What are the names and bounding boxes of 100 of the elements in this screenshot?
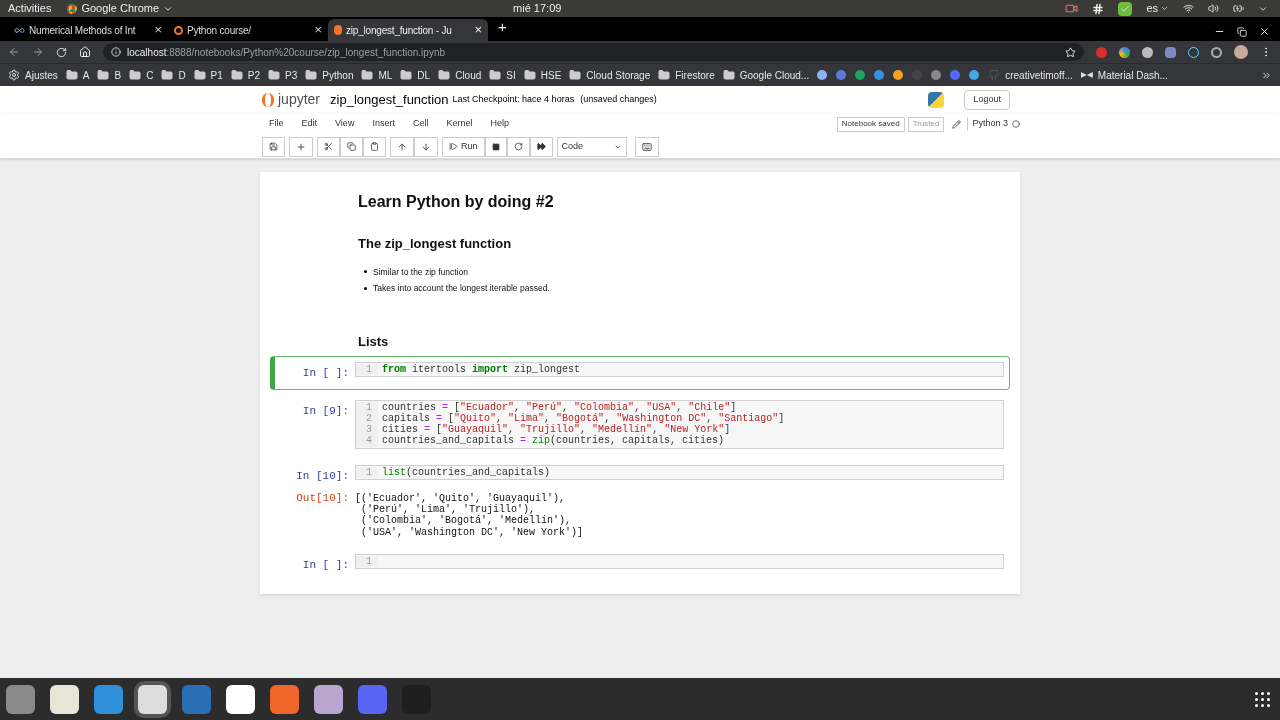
- cut-button[interactable]: [317, 136, 340, 157]
- bookmark-icon[interactable]: [893, 70, 904, 80]
- bookmark-icon[interactable]: [836, 70, 847, 80]
- address-field[interactable]: localhost:8888/notebooks/Python%20course/zip_longest_function.ipynb: [103, 43, 1084, 61]
- browser-tab[interactable]: Python course/ ×: [168, 19, 328, 41]
- bookmark[interactable]: Cloud Storage: [586, 67, 651, 83]
- code-input[interactable]: [355, 399, 1004, 449]
- command-palette-button[interactable]: [634, 136, 659, 157]
- bookmark[interactable]: DL: [417, 67, 431, 83]
- target-icon[interactable]: [1211, 46, 1222, 58]
- bookmark[interactable]: D: [178, 67, 186, 83]
- output-line: ('USA', 'Washington DC', 'New York')]: [360, 526, 584, 538]
- restore-icon[interactable]: [1237, 26, 1247, 37]
- notebook-cell[interactable]: In [10]: 1 list(countries_and_capitals) Out[10]: [('Ecuador', 'Quito', 'Guayaquil'), ('Perú', 'Lima', 'Trujillo'), ('Colombia', 'Bogotá', 'Medellín'), ('USA', 'Washington DC', 'New York')]: [270, 458, 1010, 544]
- menu-item[interactable]: Insert: [363, 117, 404, 131]
- notebook-cell[interactable]: In [ ]: 1: [270, 547, 1010, 582]
- new-tab-button[interactable]: +: [498, 15, 507, 38]
- jupyter-logo[interactable]: jupyter: [262, 89, 321, 110]
- pencil-icon[interactable]: [952, 119, 962, 129]
- extension-icon[interactable]: [1165, 46, 1176, 58]
- browser-tab[interactable]: Numerical Methods of Int ×: [8, 19, 168, 41]
- bookmark[interactable]: P1: [210, 67, 223, 83]
- menu-item[interactable]: Kernel: [437, 117, 482, 131]
- dock-app-icon[interactable]: [50, 684, 79, 714]
- browser-tab[interactable]: zip_longest_function - Ju ×: [328, 19, 488, 41]
- restart-button[interactable]: [506, 136, 530, 157]
- wifi-icon[interactable]: [1183, 3, 1194, 14]
- bookmark[interactable]: B: [114, 67, 122, 83]
- stop-button[interactable]: [484, 136, 507, 157]
- cell-type-dropdown[interactable]: Code: [556, 136, 627, 157]
- bookmark[interactable]: A: [82, 67, 90, 83]
- app-grid-icon[interactable]: [1255, 691, 1270, 707]
- menu-item[interactable]: Edit: [292, 117, 327, 131]
- run-button[interactable]: Run: [442, 136, 485, 157]
- close-button[interactable]: ×: [314, 20, 322, 40]
- bookmark-icon[interactable]: [931, 70, 942, 80]
- dock-app-icon[interactable]: [226, 684, 255, 714]
- folder-icon: [523, 69, 536, 81]
- copy-button[interactable]: [340, 136, 363, 157]
- bookmark[interactable]: creativetimoff...: [1005, 67, 1073, 83]
- clock[interactable]: mié 17:09: [513, 0, 562, 17]
- bookmark[interactable]: SI: [506, 67, 516, 83]
- hash-icon[interactable]: [1092, 2, 1105, 15]
- bookmark[interactable]: P2: [247, 67, 261, 83]
- menu-item[interactable]: View: [326, 117, 364, 131]
- dock-app-icon[interactable]: [314, 684, 343, 714]
- add-cell-button[interactable]: [289, 136, 313, 157]
- bookmark-icon[interactable]: [950, 70, 961, 80]
- app-menu[interactable]: Google Chrome: [67, 0, 174, 17]
- paste-button[interactable]: [363, 136, 386, 157]
- clipboard-icon: [370, 142, 379, 151]
- input-prompt: In [10]:: [295, 468, 350, 484]
- home-icon[interactable]: [79, 46, 91, 58]
- camera-icon[interactable]: [1065, 2, 1079, 15]
- close-button[interactable]: ×: [474, 20, 482, 40]
- notebook-cell[interactable]: In [ ]: 1 from itertools import zip_longest: [270, 355, 1010, 390]
- bookmark[interactable]: Cloud: [455, 67, 482, 83]
- menu-item[interactable]: Help: [481, 117, 518, 131]
- checkpoint-status: Last Checkpoint: hace 4 horas: [452, 92, 575, 106]
- activities-button[interactable]: Activities: [8, 0, 52, 17]
- extension-icon[interactable]: [1119, 46, 1130, 58]
- bookmark[interactable]: Ajustes: [25, 67, 58, 83]
- menu-item[interactable]: Cell: [403, 117, 438, 131]
- battery-icon[interactable]: [1233, 3, 1244, 14]
- language-menu[interactable]: es: [1146, 0, 1169, 17]
- arrow-down-icon: [421, 141, 431, 152]
- close-button[interactable]: ×: [154, 20, 162, 40]
- bookmark[interactable]: Python: [322, 67, 354, 83]
- forward-icon[interactable]: [32, 46, 44, 58]
- star-icon[interactable]: [1065, 46, 1076, 58]
- bullet-text: Similar to the zip function: [373, 265, 468, 279]
- avatar[interactable]: [1234, 45, 1248, 59]
- save-button[interactable]: [262, 136, 285, 157]
- volume-icon[interactable]: [1208, 3, 1219, 14]
- back-icon[interactable]: [8, 46, 20, 58]
- tab-title: Numerical Methods of Int: [29, 23, 137, 38]
- bookmark[interactable]: HSE: [540, 67, 562, 83]
- menu-item[interactable]: File: [260, 117, 293, 131]
- close-icon[interactable]: [1259, 26, 1270, 37]
- notebook-name[interactable]: zip_longest_function: [330, 89, 449, 110]
- bookmark-icon[interactable]: [817, 70, 828, 80]
- heading: Learn Python by doing #2: [358, 192, 555, 212]
- extension-icon[interactable]: [1142, 46, 1153, 58]
- code-input[interactable]: 1 list(countries_and_capitals): [355, 464, 1004, 480]
- bookmark[interactable]: Material Dash...: [1097, 67, 1168, 83]
- restart-run-all-button[interactable]: [529, 136, 553, 157]
- bookmark[interactable]: C: [146, 67, 154, 83]
- bookmark[interactable]: P3: [285, 67, 298, 83]
- bookmark-icon[interactable]: [855, 70, 866, 80]
- bookmark-icon[interactable]: [874, 70, 885, 80]
- bookmark-icon[interactable]: [969, 70, 980, 80]
- logout-button[interactable]: Logout: [964, 89, 1010, 110]
- bookmark[interactable]: Firestore: [675, 67, 715, 83]
- subheading: The zip_longest function: [358, 235, 513, 253]
- reload-icon[interactable]: [56, 46, 67, 58]
- bookmark[interactable]: Google Cloud...: [739, 67, 810, 83]
- code-input[interactable]: 1 from itertools import zip_longest: [355, 361, 1004, 377]
- check-icon[interactable]: [1118, 1, 1133, 16]
- bookmark[interactable]: ML: [378, 67, 393, 83]
- folder-icon: [129, 69, 142, 81]
